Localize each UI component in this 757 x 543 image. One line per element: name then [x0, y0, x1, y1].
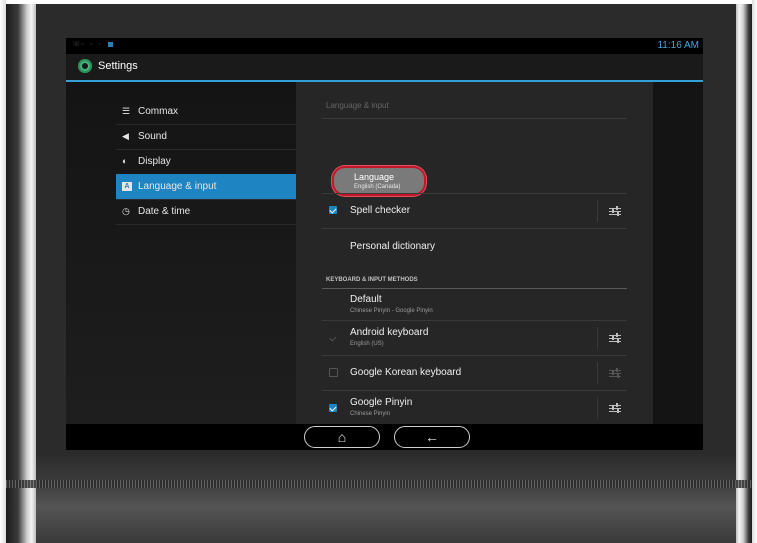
app-title: Settings: [98, 60, 138, 72]
android-keyboard-sub: English (US): [350, 341, 384, 347]
device-frame: ☏ ▫ ◦ ◦ 11:16 AM Settings ☰ Commax ◀ Sou…: [0, 0, 757, 543]
android-keyboard-row[interactable]: Android keyboard English (US): [322, 321, 627, 356]
screenshot-icon: [108, 42, 113, 47]
divider: [597, 200, 598, 222]
clock-icon: ◷: [122, 206, 130, 216]
keyboard-a-icon: A: [122, 182, 132, 191]
personal-dictionary-label: Personal dictionary: [350, 241, 436, 252]
sidebar-item-label: Sound: [138, 131, 167, 142]
language-input-panel: Language & input Language English (Canad…: [296, 82, 653, 426]
speaker-icon: ◀: [122, 131, 129, 141]
sidebar-item-label: Language & input: [138, 181, 217, 192]
sidebar-item-date-time[interactable]: ◷ Date & time: [116, 199, 296, 225]
speaker-grille: [6, 480, 752, 488]
device-chin: [36, 452, 736, 543]
divider: [597, 397, 598, 419]
frame-pillar-left: [6, 4, 36, 543]
section-header-label: KEYBOARD & INPUT METHODS: [326, 277, 418, 283]
sidebar-item-language-input[interactable]: A Language & input: [116, 174, 296, 200]
alert-icon: ◦: [99, 41, 102, 48]
default-keyboard-row[interactable]: Default Chinese Pinyin - Google Pinyin: [322, 290, 627, 321]
action-bar: Settings: [66, 54, 703, 82]
divider: [597, 327, 598, 349]
google-pinyin-settings-icon[interactable]: [609, 403, 621, 414]
sidebar-item-commax[interactable]: ☰ Commax: [116, 99, 296, 125]
android-keyboard-checkbox[interactable]: [329, 334, 337, 342]
back-arrow-icon: ←: [425, 429, 439, 445]
phone-icon: ☏: [72, 41, 81, 48]
clock: 11:16 AM: [657, 40, 699, 51]
screen: ☏ ▫ ◦ ◦ 11:16 AM Settings ☰ Commax ◀ Sou…: [66, 38, 703, 450]
language-setting[interactable]: Language English (Canada): [332, 166, 426, 196]
google-korean-keyboard-checkbox[interactable]: [329, 368, 338, 377]
google-pinyin-label: Google Pinyin: [350, 397, 413, 408]
sidebar-item-label: Date & time: [138, 206, 191, 217]
spell-checker-settings-icon[interactable]: [609, 206, 621, 217]
divider: [597, 362, 598, 384]
frame-edge-left: [0, 0, 6, 543]
default-label: Default: [350, 294, 382, 305]
settings-content: ☰ Commax ◀ Sound ◐ Display A Language & …: [66, 82, 703, 426]
google-pinyin-sub: Chinese Pinyin: [350, 411, 391, 417]
home-button[interactable]: ⌂: [304, 426, 380, 448]
google-korean-keyboard-settings-icon: [609, 368, 621, 379]
brightness-icon: ◐: [122, 156, 128, 166]
google-korean-keyboard-row[interactable]: Google Korean keyboard: [322, 356, 627, 391]
android-keyboard-settings-icon[interactable]: [609, 333, 621, 344]
google-korean-keyboard-label: Google Korean keyboard: [350, 367, 462, 378]
frame-pillar-right: [736, 4, 752, 543]
section-header: KEYBOARD & INPUT METHODS: [322, 274, 627, 289]
spell-checker-label: Spell checker: [350, 205, 411, 216]
google-pinyin-row[interactable]: Google Pinyin Chinese Pinyin: [322, 391, 627, 426]
android-keyboard-label: Android keyboard: [350, 327, 429, 338]
default-value: Chinese Pinyin - Google Pinyin: [350, 308, 433, 314]
status-bar: ☏ ▫ ◦ ◦ 11:16 AM: [66, 38, 703, 54]
sidebar-item-display[interactable]: ◐ Display: [116, 149, 296, 175]
navigation-bar: ⌂ ←: [66, 424, 703, 450]
personal-dictionary-row[interactable]: Personal dictionary: [322, 229, 627, 263]
google-pinyin-checkbox[interactable]: [329, 404, 337, 412]
spell-checker-row[interactable]: Spell checker: [322, 194, 627, 229]
frame-edge-right: [752, 0, 757, 543]
panel-margin: [653, 82, 703, 424]
settings-sidebar: ☰ Commax ◀ Sound ◐ Display A Language & …: [66, 82, 296, 424]
signal-icon: ◦: [90, 41, 93, 48]
language-value: English (Canada): [354, 184, 401, 190]
notification-icon: ▫: [81, 41, 84, 48]
panel-title: Language & input: [326, 101, 389, 110]
settings-gear-icon[interactable]: [78, 59, 92, 73]
home-icon: ⌂: [337, 429, 347, 445]
title-divider: [322, 118, 627, 119]
language-label: Language: [354, 172, 395, 182]
spell-checker-checkbox[interactable]: [329, 206, 337, 214]
sidebar-item-label: Display: [138, 156, 171, 167]
list-icon: ☰: [122, 106, 131, 116]
sidebar-item-label: Commax: [138, 106, 179, 117]
back-button[interactable]: ←: [394, 426, 470, 448]
sidebar-item-sound[interactable]: ◀ Sound: [116, 124, 296, 150]
